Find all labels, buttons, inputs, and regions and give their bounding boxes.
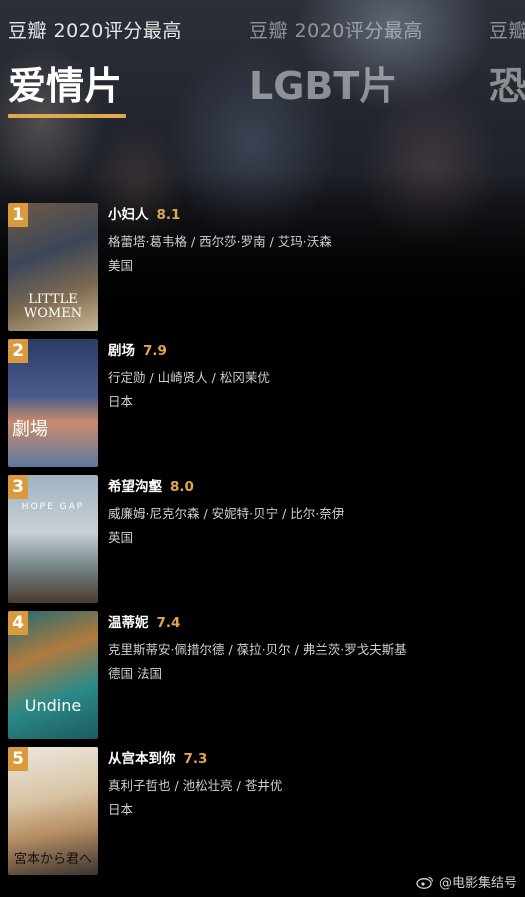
watermark: @电影集结号 (416, 872, 517, 891)
tab-subtitle: 豆瓣 (489, 20, 525, 42)
movie-info: 从宫本到你 7.3 真利子哲也 / 池松壮亮 / 苍井优 日本 (108, 747, 518, 818)
tab-lgbt[interactable]: 豆瓣 2020评分最高 LGBT片 (249, 16, 489, 110)
rank-badge: 4 (8, 611, 28, 635)
poster-title: Undine (24, 696, 82, 715)
movie-cast: 格蕾塔·葛韦格 / 西尔莎·罗南 / 艾玛·沃森 (108, 234, 332, 249)
poster-title: 劇場 (12, 419, 48, 440)
movie-region: 英国 (108, 530, 134, 545)
tab-horror[interactable]: 豆瓣 恐 (489, 16, 525, 110)
poster-title: HOPE GAP (21, 502, 85, 512)
movie-cast: 威廉姆·尼克尔森 / 安妮特·贝宁 / 比尔·奈伊 (108, 506, 345, 521)
movie-region: 德国 法国 (108, 666, 162, 681)
movie-item[interactable]: 1 LITTLE WOMEN 小妇人 8.1 格蕾塔·葛韦格 / 西尔莎·罗南 /… (8, 203, 518, 331)
rank-badge: 3 (8, 475, 28, 499)
movie-item[interactable]: 2 劇場 剧场 7.9 行定勋 / 山崎贤人 / 松冈茉优 日本 (8, 339, 518, 467)
movie-rating: 7.4 (156, 615, 181, 631)
movie-poster[interactable]: 3 HOPE GAP (8, 475, 98, 603)
movie-info: 小妇人 8.1 格蕾塔·葛韦格 / 西尔莎·罗南 / 艾玛·沃森 美国 (108, 203, 518, 274)
movie-poster[interactable]: 1 LITTLE WOMEN (8, 203, 98, 331)
tab-title: LGBT片 (249, 64, 398, 108)
movie-rating: 8.1 (156, 207, 181, 223)
movie-poster[interactable]: 5 宮本から君へ (8, 747, 98, 875)
tab-subtitle: 豆瓣 2020评分最高 (8, 20, 182, 42)
title-line: 剧场 7.9 (108, 339, 518, 359)
movie-poster[interactable]: 4 Undine (8, 611, 98, 739)
movie-item[interactable]: 3 HOPE GAP 希望沟壑 8.0 威廉姆·尼克尔森 / 安妮特·贝宁 / 比… (8, 475, 518, 603)
weibo-logo-icon (416, 876, 434, 889)
movie-info: 希望沟壑 8.0 威廉姆·尼克尔森 / 安妮特·贝宁 / 比尔·奈伊 英国 (108, 475, 518, 546)
rank-badge: 2 (8, 339, 28, 363)
movie-title[interactable]: 剧场 (108, 343, 135, 359)
active-tab-underline (8, 114, 126, 118)
title-line: 小妇人 8.1 (108, 203, 518, 223)
movie-cast: 克里斯蒂安·佩措尔德 / 葆拉·贝尔 / 弗兰茨·罗戈夫斯基 (108, 642, 407, 657)
movie-item[interactable]: 5 宮本から君へ 从宫本到你 7.3 真利子哲也 / 池松壮亮 / 苍井优 日本 (8, 747, 518, 875)
movie-region: 日本 (108, 802, 134, 817)
watermark-text: @电影集结号 (438, 876, 517, 891)
movie-item[interactable]: 4 Undine 温蒂妮 7.4 克里斯蒂安·佩措尔德 / 葆拉·贝尔 / 弗兰茨… (8, 611, 518, 739)
title-line: 从宫本到你 7.3 (108, 747, 518, 767)
movie-info: 剧场 7.9 行定勋 / 山崎贤人 / 松冈茉优 日本 (108, 339, 518, 410)
rank-badge: 1 (8, 203, 28, 227)
movie-poster[interactable]: 2 劇場 (8, 339, 98, 467)
tab-romance[interactable]: 豆瓣 2020评分最高 爱情片 (8, 16, 248, 118)
movie-rating: 7.9 (143, 343, 167, 359)
movie-title[interactable]: 从宫本到你 (108, 751, 176, 767)
tab-title: 恐 (489, 64, 525, 108)
movie-region: 日本 (108, 394, 134, 409)
movie-title[interactable]: 温蒂妮 (108, 615, 149, 631)
movie-info: 温蒂妮 7.4 克里斯蒂安·佩措尔德 / 葆拉·贝尔 / 弗兰茨·罗戈夫斯基 德国… (108, 611, 518, 682)
movie-cast: 行定勋 / 山崎贤人 / 松冈茉优 (108, 370, 270, 385)
movie-title[interactable]: 小妇人 (108, 207, 149, 223)
title-line: 希望沟壑 8.0 (108, 475, 518, 495)
poster-title: 宮本から君へ (13, 852, 92, 867)
movie-title[interactable]: 希望沟壑 (108, 479, 162, 495)
movie-cast: 真利子哲也 / 池松壮亮 / 苍井优 (108, 778, 283, 793)
movie-rating: 8.0 (170, 479, 194, 495)
tab-title: 爱情片 (8, 64, 123, 108)
category-tabs: 豆瓣 2020评分最高 爱情片 豆瓣 2020评分最高 LGBT片 豆瓣 恐 (8, 16, 525, 118)
tab-subtitle: 豆瓣 2020评分最高 (249, 20, 423, 42)
movie-region: 美国 (108, 258, 134, 273)
movie-rating: 7.3 (183, 751, 208, 767)
poster-title: LITTLE WOMEN (23, 292, 83, 321)
rank-badge: 5 (8, 747, 28, 771)
title-line: 温蒂妮 7.4 (108, 611, 518, 631)
